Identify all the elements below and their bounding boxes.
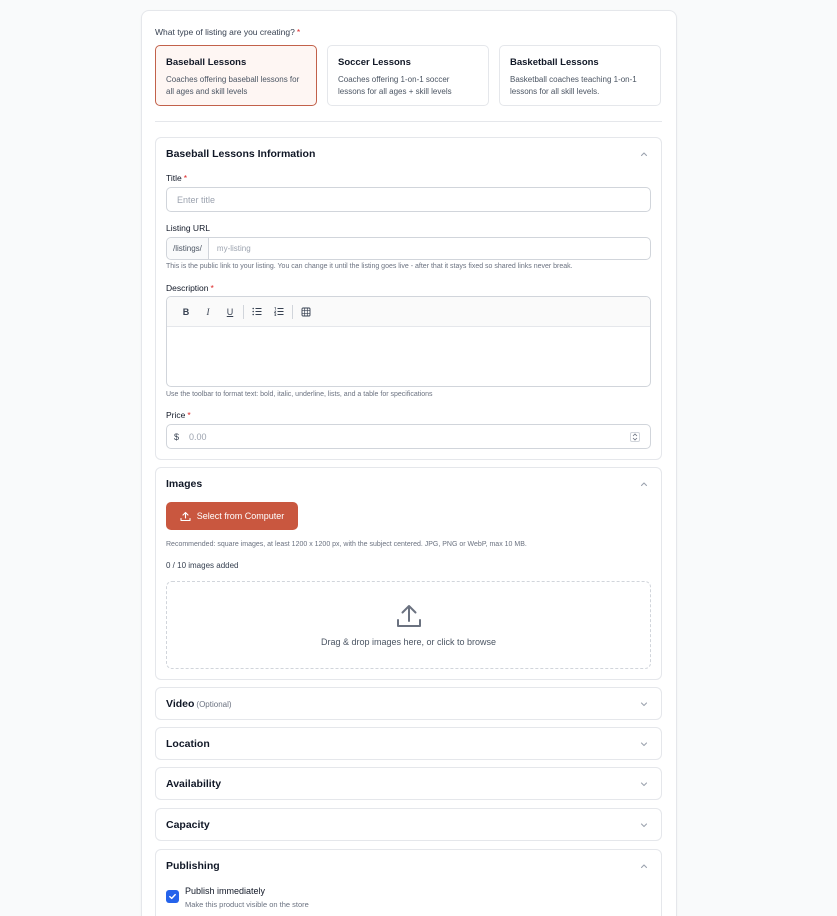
table-icon[interactable] bbox=[295, 302, 317, 322]
images-section-title[interactable]: Images bbox=[166, 478, 202, 490]
title-label-text: Title bbox=[166, 173, 182, 183]
listing-url-helper: This is the public link to your listing.… bbox=[166, 263, 573, 270]
price-placeholder: 0.00 bbox=[189, 431, 207, 442]
listing-type-title: Basketball Lessons bbox=[510, 57, 599, 68]
listing-url-field[interactable]: /listings/ my-listing bbox=[166, 237, 651, 260]
required-mark: * bbox=[296, 27, 301, 37]
listing-url-prefix: /listings/ bbox=[167, 238, 209, 259]
description-editor: B I U bbox=[166, 296, 651, 387]
listing-type-description: Basketball coaches teaching 1-on-1 lesso… bbox=[510, 75, 637, 96]
price-label: Price * bbox=[166, 410, 191, 420]
publishing-section-title[interactable]: Publishing bbox=[166, 860, 220, 872]
price-label-text: Price bbox=[166, 410, 186, 420]
image-count: 0 / 10 images added bbox=[166, 561, 239, 570]
location-section-title: Location bbox=[166, 738, 210, 750]
title-label: Title * bbox=[166, 173, 187, 183]
images-section: Images Select from Computer Recommended:… bbox=[155, 467, 662, 680]
chevron-down-icon[interactable] bbox=[639, 699, 649, 709]
description-textarea[interactable] bbox=[167, 327, 650, 387]
required-mark: * bbox=[187, 410, 191, 420]
optional-tag: (Optional) bbox=[196, 700, 232, 709]
description-label: Description * bbox=[166, 283, 214, 293]
toolbar-separator bbox=[292, 304, 293, 319]
availability-section-title: Availability bbox=[166, 778, 222, 790]
chevron-down-icon[interactable] bbox=[639, 739, 649, 749]
video-section[interactable]: Video (Optional) bbox=[155, 687, 662, 720]
dropzone-text: Drag & drop images here, or click to bro… bbox=[320, 637, 497, 647]
editor-toolbar: B I U bbox=[167, 297, 650, 327]
currency-symbol: $ bbox=[174, 431, 180, 442]
listing-url-label: Listing URL bbox=[166, 223, 210, 233]
capacity-section[interactable]: Capacity bbox=[155, 808, 662, 841]
listing-type-title: Baseball Lessons bbox=[166, 57, 247, 68]
listing-type-baseball[interactable]: Baseball Lessons Coaches offering baseba… bbox=[155, 45, 317, 106]
numbered-list-icon[interactable] bbox=[268, 302, 290, 322]
video-title-text: Video bbox=[166, 698, 195, 710]
select-button-label: Select from Computer bbox=[196, 511, 285, 521]
image-dropzone[interactable]: Drag & drop images here, or click to bro… bbox=[166, 581, 651, 669]
listing-type-description: Coaches offering 1-on-1 soccer lessons f… bbox=[338, 75, 452, 96]
availability-section[interactable]: Availability bbox=[155, 767, 662, 800]
price-input[interactable]: $ 0.00 bbox=[166, 424, 651, 449]
listing-type-description: Coaches offering baseball lessons for al… bbox=[166, 75, 300, 96]
chevron-down-icon[interactable] bbox=[639, 779, 649, 789]
publish-immediately-checkbox[interactable] bbox=[166, 890, 179, 903]
listing-type-soccer[interactable]: Soccer Lessons Coaches offering 1-on-1 s… bbox=[327, 45, 489, 106]
underline-button[interactable]: U bbox=[219, 302, 241, 322]
required-mark: * bbox=[183, 173, 188, 183]
required-mark: * bbox=[210, 283, 214, 293]
description-helper: Use the toolbar to format text: bold, it… bbox=[166, 391, 433, 398]
divider bbox=[155, 121, 662, 122]
upload-icon bbox=[395, 602, 423, 635]
publish-immediately-label: Publish immediately bbox=[185, 886, 266, 896]
image-recommendation: Recommended: square images, at least 120… bbox=[166, 541, 527, 548]
listing-type-question: What type of listing are you creating? * bbox=[155, 27, 300, 37]
chevron-up-icon[interactable] bbox=[639, 149, 649, 159]
publishing-section: Publishing Publish immediately Make this… bbox=[155, 849, 662, 916]
location-section[interactable]: Location bbox=[155, 727, 662, 760]
select-from-computer-button[interactable]: Select from Computer bbox=[166, 502, 298, 530]
video-section-title: Video (Optional) bbox=[166, 698, 232, 710]
title-input[interactable]: Enter title bbox=[166, 187, 651, 212]
italic-button[interactable]: I bbox=[197, 302, 219, 322]
listing-url-placeholder: my-listing bbox=[216, 244, 251, 253]
listing-type-title: Soccer Lessons bbox=[338, 57, 411, 68]
chevron-down-icon[interactable] bbox=[639, 820, 649, 830]
chevron-up-icon[interactable] bbox=[639, 479, 649, 489]
title-placeholder: Enter title bbox=[177, 194, 216, 205]
info-section-title[interactable]: Baseball Lessons Information bbox=[166, 148, 315, 160]
info-section: Baseball Lessons Information Title * Ente… bbox=[155, 137, 662, 460]
description-label-text: Description bbox=[166, 283, 209, 293]
capacity-section-title: Capacity bbox=[166, 819, 210, 831]
listing-type-question-text: What type of listing are you creating? bbox=[155, 27, 295, 37]
checkmark-icon bbox=[169, 893, 176, 900]
stepper-icon[interactable] bbox=[630, 432, 640, 442]
bullet-list-icon[interactable] bbox=[246, 302, 268, 322]
toolbar-separator bbox=[243, 304, 244, 319]
listing-type-basketball[interactable]: Basketball Lessons Basketball coaches te… bbox=[499, 45, 661, 106]
publish-immediately-desc: Make this product visible on the store bbox=[185, 900, 309, 909]
upload-icon bbox=[180, 511, 191, 521]
chevron-up-icon[interactable] bbox=[639, 861, 649, 871]
bold-button[interactable]: B bbox=[175, 302, 197, 322]
